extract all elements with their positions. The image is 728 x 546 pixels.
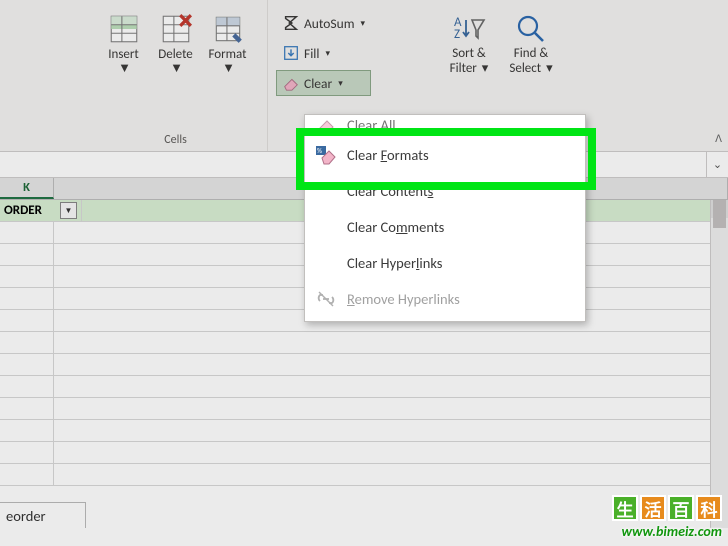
wm-char: 百 bbox=[668, 495, 694, 521]
collapse-ribbon-icon[interactable]: ᐱ bbox=[715, 132, 722, 145]
chevron-down-icon: ▾ bbox=[482, 61, 489, 76]
table-row[interactable] bbox=[0, 442, 728, 464]
vertical-scrollbar[interactable]: ▲ bbox=[710, 200, 728, 528]
sigma-icon bbox=[282, 14, 300, 32]
table-row[interactable] bbox=[0, 464, 728, 486]
chevron-down-icon: ▾ bbox=[546, 61, 553, 76]
delete-button[interactable]: Delete ▼ bbox=[150, 6, 202, 78]
menu-clear-contents[interactable]: Clear Contents bbox=[305, 173, 585, 209]
chevron-down-icon: ▾ bbox=[361, 18, 366, 29]
table-row[interactable] bbox=[0, 376, 728, 398]
table-row[interactable] bbox=[0, 420, 728, 442]
fill-down-icon bbox=[282, 44, 300, 62]
expand-formula-bar[interactable]: ⌄ bbox=[706, 152, 728, 178]
scroll-thumb[interactable] bbox=[713, 200, 726, 228]
table-row[interactable] bbox=[0, 354, 728, 376]
unlink-icon bbox=[315, 288, 337, 310]
col-title-order: ORDER bbox=[4, 203, 42, 218]
fill-button[interactable]: Fill ▾ bbox=[276, 40, 371, 66]
table-row[interactable] bbox=[0, 398, 728, 420]
svg-text:%: % bbox=[317, 146, 322, 155]
eraser-icon bbox=[282, 74, 300, 92]
menu-clear-hyperlinks[interactable]: Clear Hyperlinks bbox=[305, 245, 585, 281]
sheet-tab-partial[interactable]: eorder bbox=[0, 502, 86, 528]
blank-icon bbox=[315, 252, 337, 274]
ribbon-group-cells: Insert ▼ Delete ▼ Format ▼ Cells bbox=[84, 0, 268, 151]
clear-button[interactable]: Clear ▾ bbox=[276, 70, 371, 96]
watermark: 生 活 百 科 www.bimeiz.com bbox=[612, 495, 722, 540]
blank-icon bbox=[315, 216, 337, 238]
table-row[interactable] bbox=[0, 332, 728, 354]
menu-clear-formats[interactable]: % Clear Formats bbox=[305, 137, 585, 173]
wm-url: www.bimeiz.com bbox=[612, 523, 722, 540]
svg-text:Z: Z bbox=[454, 27, 460, 42]
chevron-down-icon: ▼ bbox=[222, 62, 235, 76]
wm-char: 生 bbox=[612, 495, 638, 521]
autosum-button[interactable]: AutoSum ▾ bbox=[276, 10, 371, 36]
wm-char: 科 bbox=[696, 495, 722, 521]
clear-formats-icon: % bbox=[315, 144, 337, 166]
sort-filter-button[interactable]: AZ Sort & Filter ▾ bbox=[440, 6, 498, 76]
chevron-down-icon: ▼ bbox=[170, 62, 183, 76]
col-header-k[interactable]: K bbox=[0, 178, 54, 199]
menu-clear-comments[interactable]: Clear Comments bbox=[305, 209, 585, 245]
delete-cells-icon bbox=[159, 12, 193, 46]
clear-menu: Clear All % Clear Formats Clear Contents… bbox=[304, 114, 586, 322]
chevron-down-icon: ▾ bbox=[338, 78, 343, 89]
format-cells-icon bbox=[211, 12, 245, 46]
menu-remove-hyperlinks: Remove Hyperlinks bbox=[305, 281, 585, 317]
wm-char: 活 bbox=[640, 495, 666, 521]
find-icon bbox=[514, 12, 548, 46]
filter-button[interactable]: ▼ bbox=[60, 202, 77, 219]
insert-cells-icon bbox=[107, 12, 141, 46]
chevron-down-icon: ▾ bbox=[326, 48, 331, 59]
eraser-icon bbox=[315, 114, 337, 136]
sort-filter-icon: AZ bbox=[452, 12, 486, 46]
insert-button[interactable]: Insert ▼ bbox=[98, 6, 150, 78]
menu-clear-all[interactable]: Clear All bbox=[305, 113, 585, 137]
format-button[interactable]: Format ▼ bbox=[202, 6, 254, 78]
group-label-cells: Cells bbox=[92, 133, 259, 147]
chevron-down-icon: ▼ bbox=[118, 62, 131, 76]
find-select-button[interactable]: Find & Select ▾ bbox=[502, 6, 560, 76]
blank-icon bbox=[315, 180, 337, 202]
